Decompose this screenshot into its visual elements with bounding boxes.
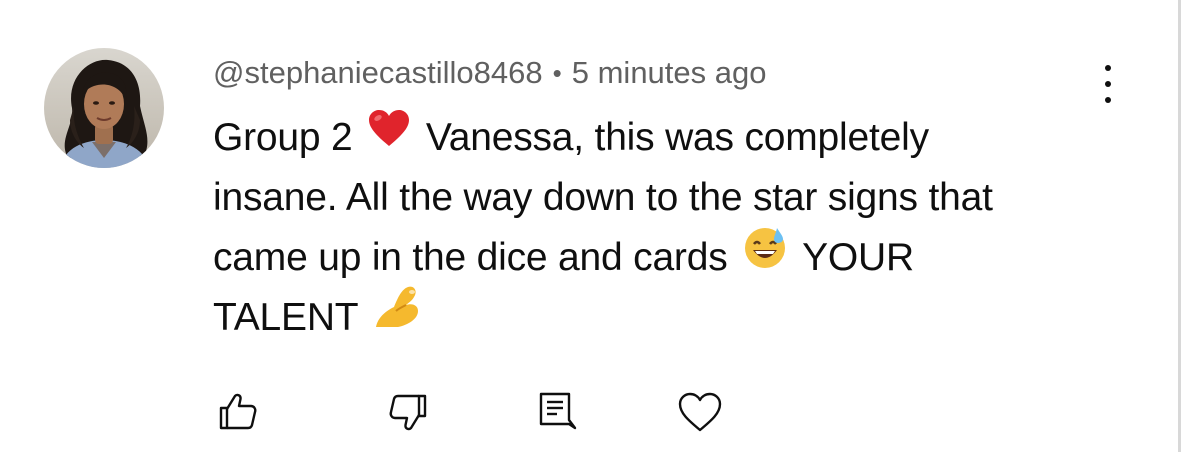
dislike-button[interactable] [383, 388, 431, 436]
heart-icon [678, 392, 722, 432]
comment-actions [0, 388, 1181, 436]
comment-text-segment: came up in the dice and cards [213, 236, 728, 279]
thumbs-down-icon [389, 394, 427, 431]
comment-line: Group 2 Vanessa, this was completely [213, 108, 1133, 168]
comment-line: insane. All the way down to the star sig… [213, 168, 1133, 228]
comment-line: came up in the dice and cards YOUR [213, 227, 1133, 288]
author-name[interactable]: @stephaniecastillo8468 [213, 55, 543, 91]
comment-text-segment: Group 2 [213, 116, 353, 159]
heart-button[interactable] [676, 388, 724, 436]
more-vert-icon-dot [1105, 97, 1111, 103]
reply-comment-icon [539, 392, 577, 430]
comment-text-segment: YOUR [802, 236, 914, 279]
red-heart-emoji [367, 106, 411, 166]
comment-line: TALENT [213, 286, 1133, 348]
more-vert-icon [1105, 65, 1111, 71]
thumbs-up-icon [219, 393, 257, 430]
comment-timestamp[interactable]: 5 minutes ago [572, 55, 767, 91]
comment-text-segment: insane. All the way down to the star sig… [213, 176, 993, 219]
pinching-hand-emoji [372, 283, 424, 349]
grinning-sweat-emoji [742, 224, 788, 288]
comment-text-segment: TALENT [213, 296, 358, 339]
avatar[interactable] [44, 48, 164, 168]
header-separator: • [552, 57, 562, 88]
comment-menu-button[interactable] [1090, 64, 1126, 104]
comment-header: @stephaniecastillo8468 • 5 minutes ago [213, 52, 766, 94]
like-button[interactable] [215, 388, 263, 436]
more-vert-icon-dot [1105, 81, 1111, 87]
comment-body: Group 2 Vanessa, this was completely ins… [213, 108, 1133, 348]
comment-text-segment: Vanessa, this was completely [425, 116, 929, 159]
comment-thread-item: @stephaniecastillo8468 • 5 minutes ago G… [0, 0, 1181, 452]
reply-button[interactable] [533, 388, 581, 436]
